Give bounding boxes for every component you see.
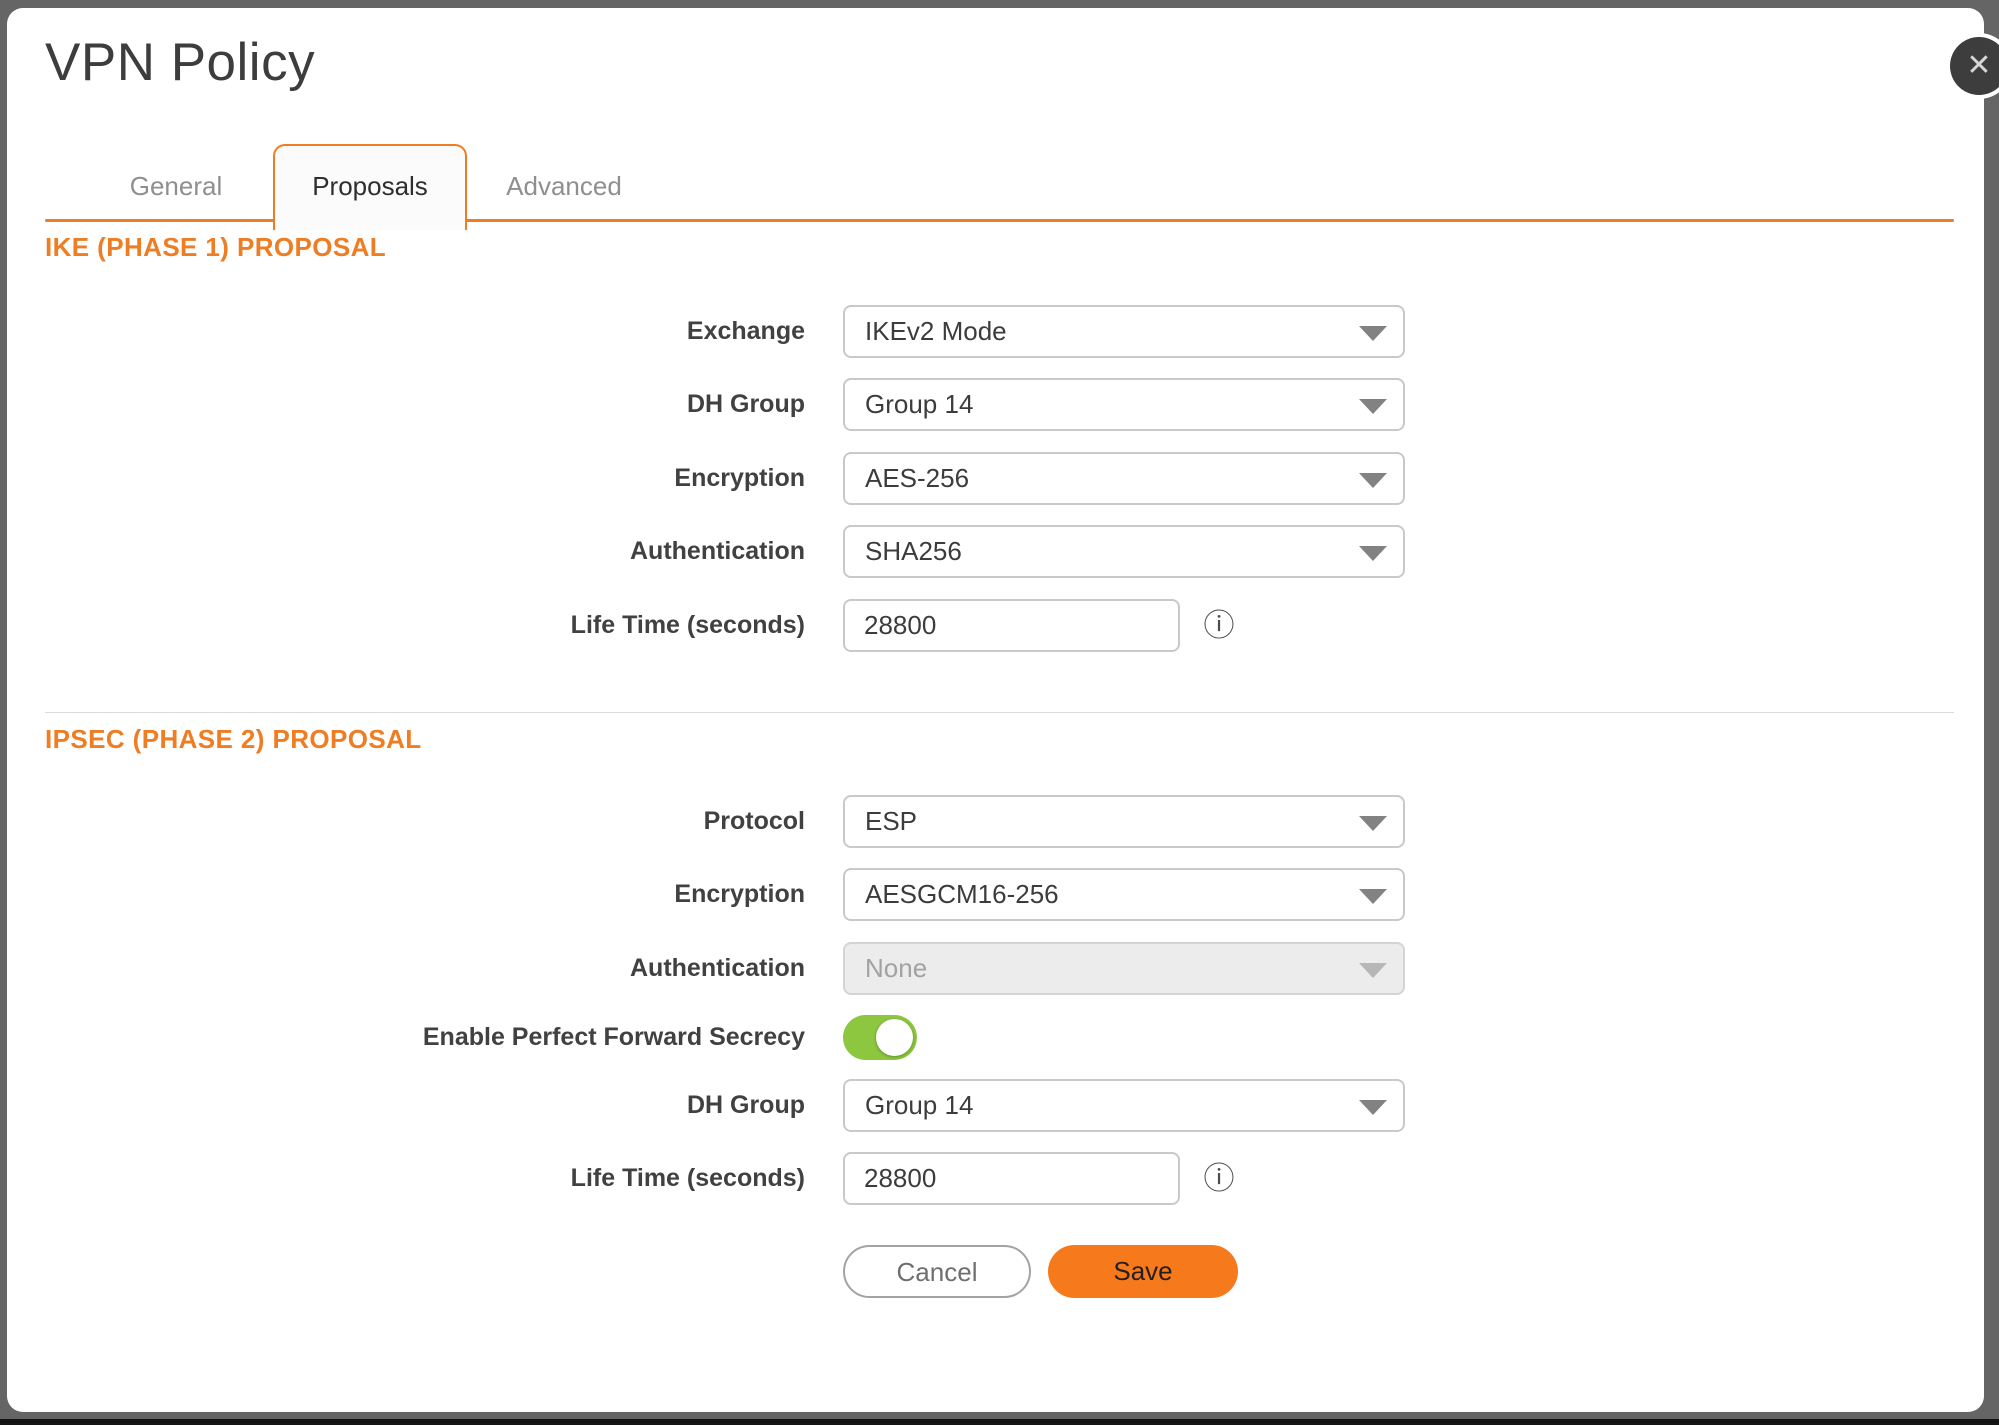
close-icon[interactable]: ✕ xyxy=(1950,37,1999,95)
info-icon[interactable]: ⓘ xyxy=(1199,599,1239,652)
tab-advanced[interactable]: Advanced xyxy=(467,144,661,228)
exchange-row: Exchange IKEv2 Mode xyxy=(7,305,1984,358)
pfs-row: Enable Perfect Forward Secrecy xyxy=(7,1015,1984,1068)
ike-phase1-section-title: IKE (PHASE 1) PROPOSAL xyxy=(45,232,386,263)
ipsec-authentication-select-disabled: None xyxy=(843,942,1405,995)
ipsec-encryption-value: AESGCM16-256 xyxy=(865,879,1059,909)
ipsec-dh-group-select[interactable]: Group 14 xyxy=(843,1079,1405,1132)
ipsec-encryption-label: Encryption xyxy=(7,868,805,921)
chevron-down-icon xyxy=(1359,473,1387,488)
ike-life-time-label: Life Time (seconds) xyxy=(7,599,805,652)
ike-dh-group-select[interactable]: Group 14 xyxy=(843,378,1405,431)
ike-life-time-input[interactable] xyxy=(843,599,1180,652)
ipsec-authentication-value: None xyxy=(865,953,927,983)
ipsec-encryption-select[interactable]: AESGCM16-256 xyxy=(843,868,1405,921)
ipsec-life-time-label: Life Time (seconds) xyxy=(7,1152,805,1205)
tab-proposals[interactable]: Proposals xyxy=(273,144,467,230)
protocol-row: Protocol ESP xyxy=(7,795,1984,848)
ipsec-life-time-input[interactable] xyxy=(843,1152,1180,1205)
tab-general[interactable]: General xyxy=(79,144,273,228)
ike-dh-group-label: DH Group xyxy=(7,378,805,431)
ipsec-dh-group-label: DH Group xyxy=(7,1079,805,1132)
footer-actions: Cancel Save xyxy=(7,1245,1984,1298)
ike-dh-group-value: Group 14 xyxy=(865,389,973,419)
ike-encryption-value: AES-256 xyxy=(865,463,969,493)
vpn-policy-dialog: VPN Policy General Proposals Advanced IK… xyxy=(7,8,1984,1412)
ipsec-dh-group-value: Group 14 xyxy=(865,1090,973,1120)
ipsec-phase2-section-title: IPSEC (PHASE 2) PROPOSAL xyxy=(45,724,422,755)
info-icon[interactable]: ⓘ xyxy=(1199,1152,1239,1205)
chevron-down-icon xyxy=(1359,889,1387,904)
ike-dh-group-row: DH Group Group 14 xyxy=(7,378,1984,431)
chevron-down-icon xyxy=(1359,1100,1387,1115)
ipsec-authentication-row: Authentication None xyxy=(7,942,1984,995)
exchange-label: Exchange xyxy=(7,305,805,358)
ike-authentication-label: Authentication xyxy=(7,525,805,578)
pfs-toggle-knob xyxy=(876,1019,913,1056)
chevron-down-icon xyxy=(1359,399,1387,414)
ipsec-encryption-row: Encryption AESGCM16-256 xyxy=(7,868,1984,921)
ike-encryption-label: Encryption xyxy=(7,452,805,505)
ike-authentication-row: Authentication SHA256 xyxy=(7,525,1984,578)
ike-authentication-value: SHA256 xyxy=(865,536,962,566)
chevron-down-icon xyxy=(1359,546,1387,561)
cancel-button[interactable]: Cancel xyxy=(843,1245,1031,1298)
page-title: VPN Policy xyxy=(45,32,315,94)
bottom-edge-bar xyxy=(0,1419,1999,1425)
ike-encryption-row: Encryption AES-256 xyxy=(7,452,1984,505)
exchange-select[interactable]: IKEv2 Mode xyxy=(843,305,1405,358)
chevron-down-icon xyxy=(1359,326,1387,341)
ipsec-life-time-row: Life Time (seconds) ⓘ xyxy=(7,1152,1984,1205)
ipsec-authentication-label: Authentication xyxy=(7,942,805,995)
pfs-label: Enable Perfect Forward Secrecy xyxy=(7,1015,805,1068)
protocol-value: ESP xyxy=(865,806,917,836)
chevron-down-icon xyxy=(1359,963,1387,978)
save-button[interactable]: Save xyxy=(1048,1245,1238,1298)
chevron-down-icon xyxy=(1359,816,1387,831)
ipsec-dh-group-row: DH Group Group 14 xyxy=(7,1079,1984,1132)
ike-encryption-select[interactable]: AES-256 xyxy=(843,452,1405,505)
vpn-policy-screen: { "dialog": { "title": "VPN Policy", "cl… xyxy=(0,0,1999,1425)
section-divider xyxy=(45,712,1954,713)
pfs-toggle[interactable] xyxy=(843,1015,917,1060)
ike-authentication-select[interactable]: SHA256 xyxy=(843,525,1405,578)
protocol-select[interactable]: ESP xyxy=(843,795,1405,848)
ike-life-time-row: Life Time (seconds) ⓘ xyxy=(7,599,1984,652)
exchange-value: IKEv2 Mode xyxy=(865,316,1007,346)
protocol-label: Protocol xyxy=(7,795,805,848)
